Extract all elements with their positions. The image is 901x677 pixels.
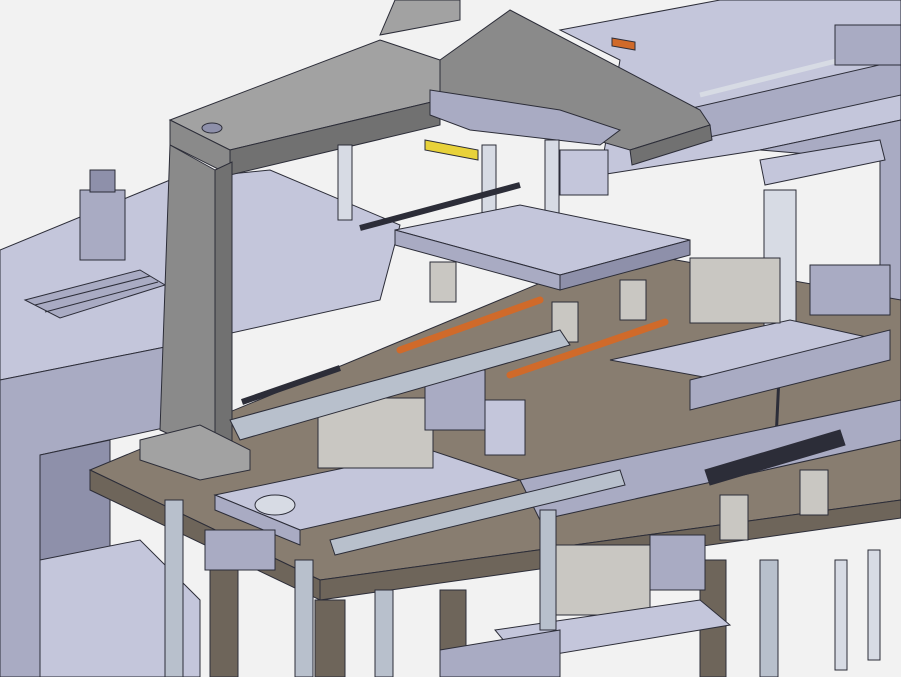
- table-leg-front: [314, 599, 346, 677]
- fr-column-right-2: [867, 549, 881, 661]
- cad-machine-scene: [0, 0, 901, 677]
- fr-column-right: [834, 559, 848, 671]
- profile-1: [164, 499, 184, 677]
- fl-small-cylinder: [204, 529, 276, 571]
- right-motor-box: [689, 257, 781, 324]
- gantry-mount-hole: [201, 122, 223, 134]
- gantry-column-front: [159, 144, 216, 456]
- fl-bearing: [254, 494, 296, 516]
- fr-profile-vertical: [539, 509, 557, 631]
- profile-3: [374, 589, 394, 677]
- left-pusher-motor: [89, 169, 116, 193]
- cylinder-block: [559, 149, 609, 196]
- profile-4: [759, 559, 779, 677]
- rod-left: [337, 144, 353, 221]
- fr-gripper-1: [719, 494, 749, 541]
- gripper-3: [619, 279, 647, 321]
- gantry-column-side: [214, 161, 233, 456]
- left-pusher-block: [79, 189, 126, 261]
- fr-gripper-2: [799, 469, 829, 516]
- rear-motor: [834, 24, 901, 66]
- profile-2: [294, 559, 314, 677]
- fr-gear-head: [649, 534, 706, 591]
- fl-block: [484, 399, 526, 456]
- gripper-1: [429, 261, 457, 303]
- right-servo: [809, 264, 891, 316]
